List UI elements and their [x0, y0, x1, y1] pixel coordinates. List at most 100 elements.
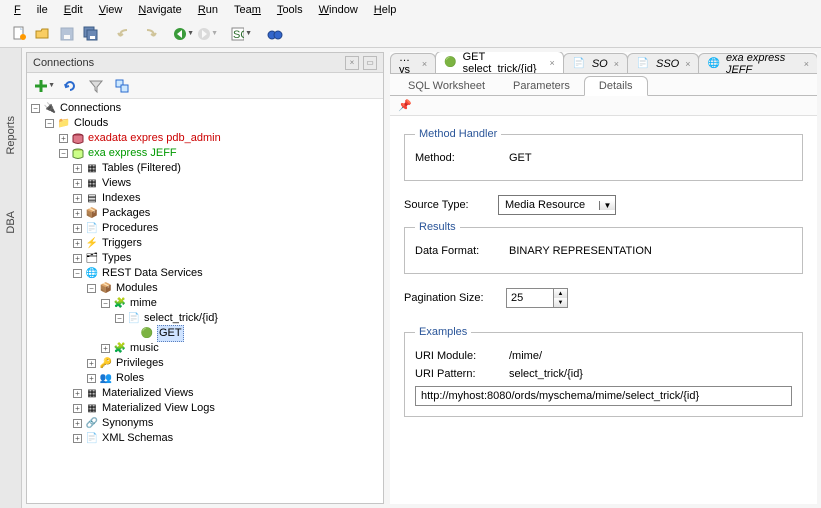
expander[interactable]: + — [73, 434, 82, 443]
minimize-icon[interactable]: × — [345, 56, 359, 70]
method-label: Method: — [415, 152, 503, 164]
tab-parameters[interactable]: Parameters — [499, 77, 584, 95]
tree-views[interactable]: Views — [102, 176, 131, 191]
source-type-combo[interactable]: Media Resource ▼ — [498, 195, 616, 215]
tree-rest[interactable]: REST Data Services — [102, 266, 203, 281]
tree-roles[interactable]: Roles — [116, 371, 144, 386]
expander[interactable]: + — [73, 389, 82, 398]
results-group: Results Data Format: BINARY REPRESENTATI… — [404, 221, 803, 274]
tree-matviews[interactable]: Materialized Views — [102, 386, 194, 401]
close-icon[interactable]: × — [685, 59, 690, 69]
tab-exa-express-jeff[interactable]: 🌐exa express JEFF× — [698, 53, 817, 73]
tree-procedures[interactable]: Procedures — [102, 221, 158, 236]
expander[interactable]: + — [73, 164, 82, 173]
tree-clouds[interactable]: Clouds — [74, 116, 108, 131]
menu-file[interactable]: File — [6, 2, 56, 18]
tree-music[interactable]: music — [130, 341, 159, 356]
expander[interactable]: − — [115, 314, 124, 323]
tree-select-trick[interactable]: select_trick/{id} — [144, 311, 218, 326]
folder-icon: 📁 — [57, 117, 71, 131]
tree-conn-exa-jeff[interactable]: exa express JEFF — [88, 146, 177, 161]
binoculars-icon[interactable] — [264, 23, 286, 45]
expander[interactable]: + — [101, 344, 110, 353]
expander[interactable]: + — [59, 134, 68, 143]
tree-packages[interactable]: Packages — [102, 206, 150, 221]
pagination-input[interactable] — [507, 289, 553, 307]
pagination-spinner[interactable]: ▲▼ — [506, 288, 568, 308]
menu-navigate[interactable]: Navigate — [130, 2, 189, 18]
main-area: Reports DBA Connections × ▭ ▼ −🔌Connecti… — [0, 48, 821, 508]
expander[interactable]: + — [73, 239, 82, 248]
filter-icon[interactable] — [85, 75, 107, 97]
expander[interactable]: + — [73, 179, 82, 188]
menu-team[interactable]: Team — [226, 2, 269, 18]
expander[interactable]: − — [73, 269, 82, 278]
connections-tree[interactable]: −🔌Connections −📁Clouds +exadata expres p… — [27, 99, 383, 503]
close-icon[interactable]: × — [614, 59, 619, 69]
tab-reports[interactable]: Reports — [3, 108, 19, 163]
tree-matviewlogs[interactable]: Materialized View Logs — [102, 401, 215, 416]
expander[interactable]: + — [73, 404, 82, 413]
expander[interactable]: + — [73, 419, 82, 428]
new-connection-icon[interactable]: ▼ — [33, 75, 55, 97]
expander[interactable]: − — [45, 119, 54, 128]
open-icon[interactable] — [32, 23, 54, 45]
expander[interactable]: − — [31, 104, 40, 113]
expander[interactable]: + — [87, 374, 96, 383]
save-icon[interactable] — [56, 23, 78, 45]
tree-get[interactable]: GET — [157, 325, 184, 342]
undo-icon[interactable] — [114, 23, 136, 45]
expander[interactable]: + — [87, 359, 96, 368]
expander[interactable]: + — [73, 224, 82, 233]
sql-icon[interactable]: SQL▼ — [230, 23, 252, 45]
spinner-down-icon[interactable]: ▼ — [554, 298, 567, 307]
redo-icon[interactable] — [138, 23, 160, 45]
expander[interactable]: − — [87, 284, 96, 293]
new-file-icon[interactable] — [8, 23, 30, 45]
forward-icon[interactable]: ▼ — [196, 23, 218, 45]
tree-modules[interactable]: Modules — [116, 281, 158, 296]
tab-details[interactable]: Details — [584, 76, 648, 96]
collapse-all-icon[interactable] — [111, 75, 133, 97]
method-value: GET — [509, 152, 532, 164]
menu-window[interactable]: Window — [311, 2, 366, 18]
menu-edit[interactable]: Edit — [56, 2, 91, 18]
tab-dba[interactable]: DBA — [3, 203, 19, 242]
menu-help[interactable]: Help — [366, 2, 405, 18]
menu-tools[interactable]: Tools — [269, 2, 311, 18]
close-icon[interactable]: × — [550, 58, 555, 68]
pin-icon[interactable]: 📌 — [398, 100, 412, 112]
tree-indexes[interactable]: Indexes — [102, 191, 141, 206]
spinner-up-icon[interactable]: ▲ — [554, 289, 567, 298]
back-icon[interactable]: ▼ — [172, 23, 194, 45]
tree-types[interactable]: Types — [102, 251, 131, 266]
save-all-icon[interactable] — [80, 23, 102, 45]
tree-mime[interactable]: mime — [130, 296, 157, 311]
tab-sql-worksheet[interactable]: SQL Worksheet — [394, 77, 499, 95]
menu-run[interactable]: Run — [190, 2, 226, 18]
sub-tab-strip: SQL Worksheet Parameters Details — [390, 74, 817, 96]
tab-so[interactable]: 📄SO× — [563, 53, 628, 73]
menu-view[interactable]: View — [91, 2, 131, 18]
tab-sso[interactable]: 📄SSO× — [627, 53, 700, 73]
tree-conn-exadata[interactable]: exadata expres pdb_admin — [88, 131, 221, 146]
tab-get-select-trick[interactable]: 🟢GET select_trick/{id}× — [435, 52, 564, 73]
connections-icon: 🔌 — [43, 102, 57, 116]
restore-icon[interactable]: ▭ — [363, 56, 377, 70]
tab-overflow[interactable]: …ys× — [390, 53, 436, 73]
close-icon[interactable]: × — [804, 59, 809, 69]
tree-privileges[interactable]: Privileges — [116, 356, 164, 371]
tree-synonyms[interactable]: Synonyms — [102, 416, 153, 431]
refresh-connections-icon[interactable] — [59, 75, 81, 97]
tree-xml[interactable]: XML Schemas — [102, 431, 173, 446]
expander[interactable]: + — [73, 254, 82, 263]
tree-triggers[interactable]: Triggers — [102, 236, 142, 251]
close-icon[interactable]: × — [422, 59, 427, 69]
expander[interactable]: + — [73, 194, 82, 203]
tree-root[interactable]: Connections — [60, 101, 121, 116]
expander[interactable]: − — [59, 149, 68, 158]
uri-full-box[interactable]: http://myhost:8080/ords/myschema/mime/se… — [415, 386, 792, 406]
expander[interactable]: − — [101, 299, 110, 308]
tree-tables[interactable]: Tables (Filtered) — [102, 161, 181, 176]
expander[interactable]: + — [73, 209, 82, 218]
